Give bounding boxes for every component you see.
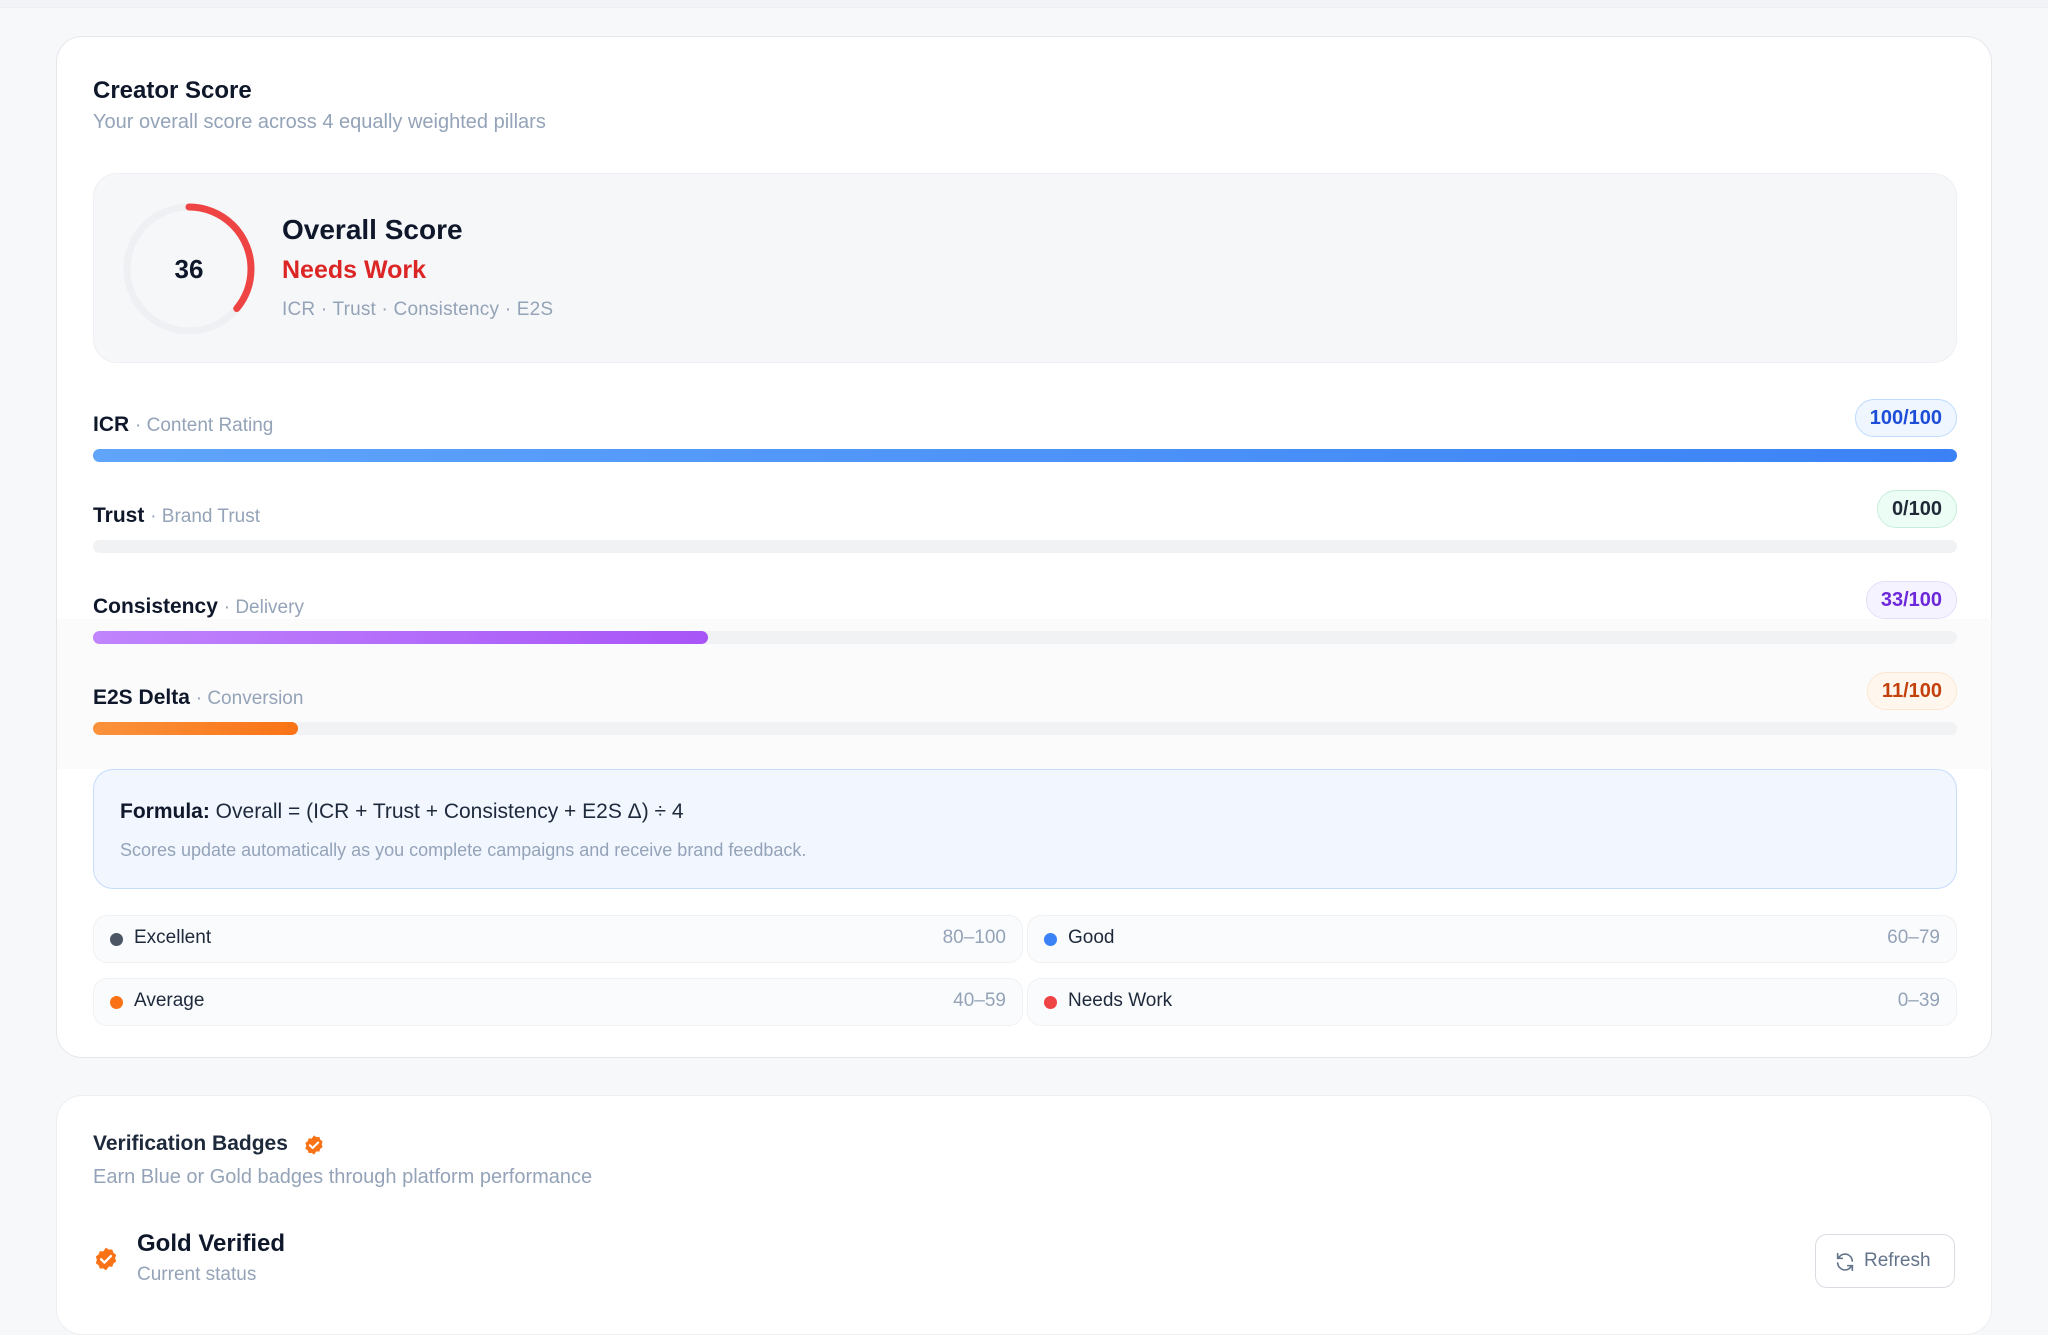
pillar-trust: Trust · Brand Trust 0/100 xyxy=(93,490,1957,560)
pillar-progress-track xyxy=(93,449,1957,462)
pillar-name: E2S Delta xyxy=(93,686,190,709)
pillar-desc: · Content Rating xyxy=(135,415,274,436)
pillar-progress-track xyxy=(93,540,1957,553)
top-bar-edge xyxy=(0,0,2048,8)
verified-badge-icon xyxy=(305,1135,323,1155)
pillar-progress-track xyxy=(93,722,1957,735)
overall-score-value: 36 xyxy=(174,254,204,284)
verification-status-subtitle: Current status xyxy=(137,1264,257,1285)
verification-title: Verification Badges xyxy=(93,1132,288,1155)
overall-score-title: Overall Score xyxy=(282,214,463,245)
formula-label: Formula: xyxy=(120,800,210,823)
pillar-score-badge: 100/100 xyxy=(1854,399,1957,437)
verification-status-title: Gold Verified xyxy=(137,1230,286,1257)
refresh-icon xyxy=(1836,1252,1854,1272)
legend-range: 80–100 xyxy=(942,927,1006,948)
legend-item-needs-work: Needs Work 0–39 xyxy=(1027,978,1957,1026)
pillar-e2s-delta: E2S Delta · Conversion 11/100 xyxy=(93,672,1957,742)
formula-text: Overall = (ICR + Trust + Consistency + E… xyxy=(209,800,684,823)
pillar-progress-fill xyxy=(93,722,299,735)
creator-score-card: Creator Score Your overall score across … xyxy=(56,36,1993,1058)
legend-item-average: Average 40–59 xyxy=(93,978,1023,1026)
legend-dot xyxy=(1044,996,1057,1009)
legend-label: Excellent xyxy=(134,927,212,948)
card-subtitle: Your overall score across 4 equally weig… xyxy=(93,111,546,133)
legend-label: Needs Work xyxy=(1068,990,1173,1011)
refresh-button[interactable]: Refresh xyxy=(1815,1234,1955,1288)
overall-status: Needs Work xyxy=(282,256,427,284)
pillar-score-badge: 11/100 xyxy=(1866,672,1957,710)
legend-dot xyxy=(110,996,123,1009)
legend-range: 40–59 xyxy=(953,990,1006,1011)
pillar-desc: · Brand Trust xyxy=(150,506,261,527)
legend-range: 0–39 xyxy=(1897,990,1940,1011)
legend-item-good: Good 60–79 xyxy=(1027,915,1957,963)
legend-dot xyxy=(1044,933,1057,946)
verification-subtitle: Earn Blue or Gold badges through platfor… xyxy=(93,1166,593,1188)
legend-range: 60–79 xyxy=(1887,927,1940,948)
pillar-consistency: Consistency · Delivery 33/100 xyxy=(93,581,1957,651)
pillar-name: ICR xyxy=(93,413,130,436)
card-title: Creator Score xyxy=(93,77,252,104)
formula-box: Formula: Overall = (ICR + Trust + Consis… xyxy=(93,769,1957,889)
formula-note: Scores update automatically as you compl… xyxy=(120,840,807,860)
refresh-label: Refresh xyxy=(1864,1250,1931,1271)
legend-item-excellent: Excellent 80–100 xyxy=(93,915,1023,963)
pillar-desc: · Conversion xyxy=(195,688,304,709)
pillar-progress-track xyxy=(93,631,1957,644)
pillar-name: Consistency xyxy=(93,595,218,618)
pillars-summary: ICR · Trust · Consistency · E2S xyxy=(282,299,554,320)
pillar-icr: ICR · Content Rating 100/100 xyxy=(93,399,1957,469)
pillar-progress-fill xyxy=(93,631,709,644)
legend-label: Good xyxy=(1068,927,1115,948)
overall-score-panel: 36 Overall Score Needs Work ICR · Trust … xyxy=(93,173,1957,363)
legend-dot xyxy=(110,933,123,946)
pillar-progress-fill xyxy=(93,449,1957,462)
gold-verified-icon xyxy=(95,1247,117,1271)
pillar-desc: · Delivery xyxy=(223,597,304,618)
pillar-name: Trust xyxy=(93,504,145,527)
pillar-score-badge: 33/100 xyxy=(1865,581,1957,619)
legend-label: Average xyxy=(134,990,205,1011)
pillar-score-badge: 0/100 xyxy=(1876,490,1957,528)
verification-badges-card: Verification Badges Earn Blue or Gold ba… xyxy=(56,1095,1992,1335)
